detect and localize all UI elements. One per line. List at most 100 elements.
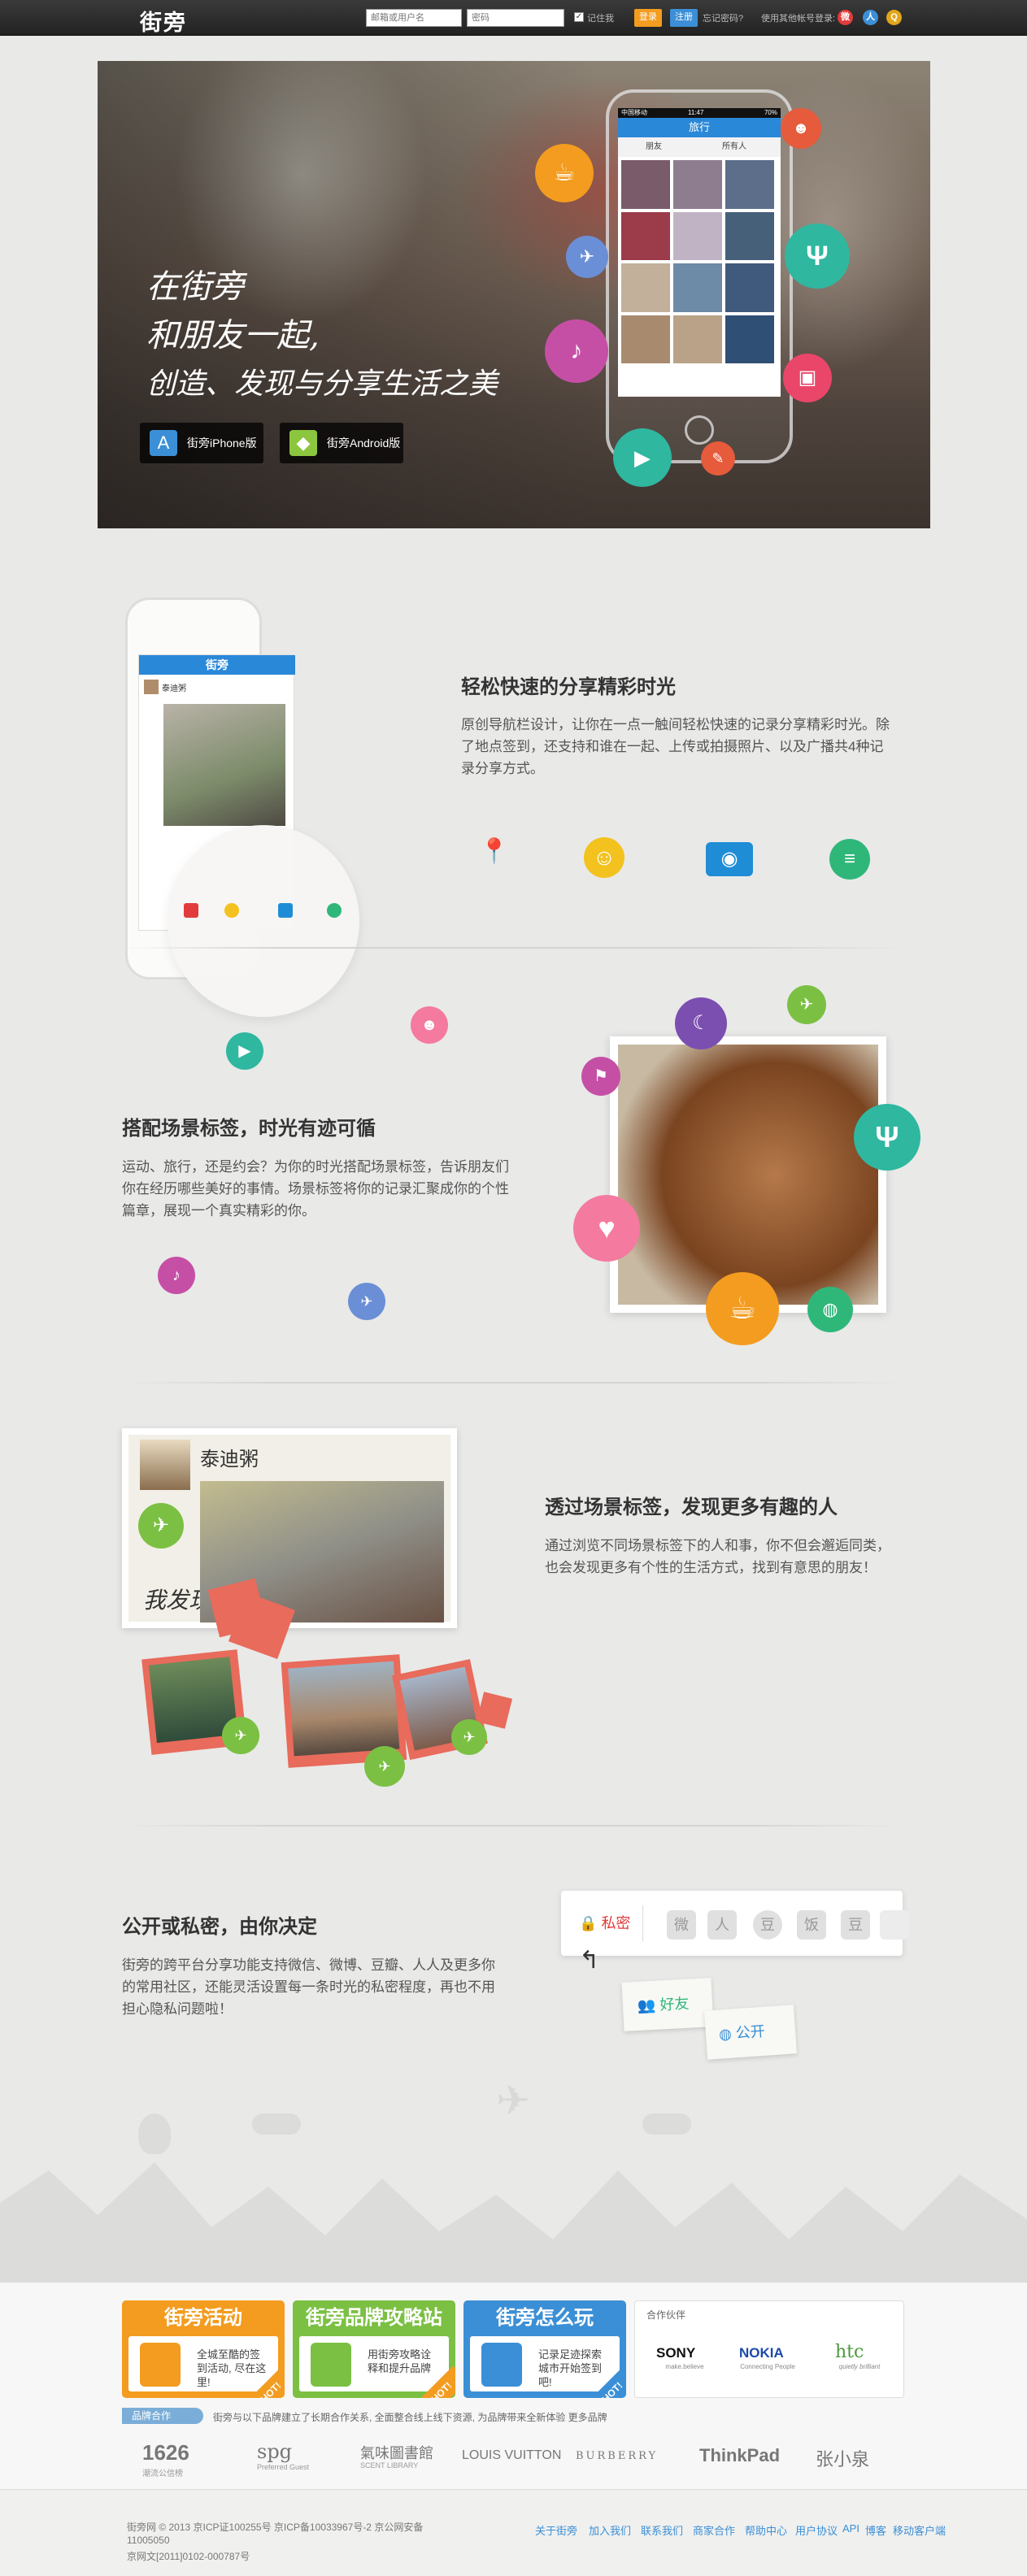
public-label: 公开 — [735, 2022, 766, 2042]
register-button[interactable]: 注册 — [670, 9, 698, 27]
globe-icon: ◍ — [807, 1287, 853, 1332]
brands-label: 品牌合作 — [122, 2408, 203, 2424]
feature3-profile-card: 泰迪粥 ✈ 我发现 — [122, 1428, 457, 1628]
friends-label: 好友 — [659, 1995, 690, 2013]
brand-spg[interactable]: spg — [257, 2440, 292, 2463]
phone-title: 旅行 — [618, 118, 781, 137]
public-option[interactable]: ◍ 公开 — [704, 2005, 797, 2060]
food-icon: Ψ — [854, 1104, 920, 1171]
phone-photo-grid — [621, 160, 777, 363]
footer-link-blog[interactable]: 博客 — [865, 2522, 886, 2538]
weibo-login-icon[interactable]: 微 — [838, 10, 853, 25]
renren-login-icon[interactable]: 人 — [863, 10, 878, 25]
ticket-icon: ✈ — [348, 1283, 385, 1320]
brand-louis-vuitton[interactable]: LOUIS VUITTON — [462, 2448, 561, 2463]
footer-link-help[interactable]: 帮助中心 — [745, 2522, 787, 2538]
cloud-decoration — [252, 2113, 301, 2135]
remember-me-checkbox[interactable]: ✓ — [574, 12, 584, 22]
phone-tabs: 朋友 所有人 — [618, 137, 781, 157]
culture-license: 京网文[2011]0102-000787号 — [127, 2551, 250, 2562]
feature2-photo-frame — [610, 1036, 886, 1313]
food-icon: Ψ — [785, 224, 850, 289]
movie-camera-icon: ▶ — [226, 1032, 263, 1070]
android-download-button[interactable]: ◆ 街旁Android版 — [280, 423, 403, 463]
promo-card-text: 用街旁攻略诠释和提升品牌 — [368, 2348, 432, 2374]
site-logo[interactable]: 街旁 — [140, 5, 187, 37]
private-option[interactable]: 🔒 私密 — [579, 1912, 630, 1933]
section-divider — [122, 947, 905, 949]
lock-icon: 🔒 — [579, 1915, 598, 1931]
footer-link-api[interactable]: API — [842, 2522, 859, 2535]
plane-icon: ✈ — [787, 985, 826, 1024]
photo-thumb — [725, 160, 774, 209]
iphone-download-button[interactable]: A 街旁iPhone版 — [140, 423, 263, 463]
username-input[interactable] — [366, 9, 462, 27]
douban-share-icon[interactable]: 豆 — [753, 1910, 782, 1940]
brand-burberry[interactable]: BURBERRY — [576, 2450, 658, 2462]
footer-link-about[interactable]: 关于街旁 — [535, 2522, 577, 2538]
phone-time: 11:47 — [688, 109, 704, 116]
town-photo — [288, 1661, 400, 1757]
footer-link-terms[interactable]: 用户协议 — [795, 2522, 838, 2538]
photo-thumb — [621, 263, 670, 312]
brand-scent-library[interactable]: 氣味圖書館 — [360, 2442, 433, 2463]
footer-link-mobile[interactable]: 移动客户端 — [893, 2522, 946, 2538]
photo-thumb — [673, 263, 722, 312]
sony-logo[interactable]: SONY — [656, 2345, 695, 2361]
feature3-title: 透过场景标签，发现更多有趣的人 — [545, 1497, 838, 1518]
feature1-phone-user: 泰迪粥 — [162, 684, 186, 693]
brand-zhangxiaoquan[interactable]: 张小泉 — [816, 2445, 869, 2471]
camera-feature-icon: ◉ — [706, 842, 753, 876]
photo-thumb — [621, 160, 670, 209]
promo-card-brand[interactable]: 街旁品牌攻略站 用街旁攻略诠释和提升品牌 HOT! — [293, 2300, 455, 2398]
robot-icon — [481, 2343, 522, 2387]
footer-link-jobs[interactable]: 加入我们 — [589, 2522, 631, 2538]
phone-carrier: 中国移动 — [621, 109, 647, 116]
broadcast-icon — [327, 903, 342, 918]
nokia-logo[interactable]: NOKIA — [739, 2345, 784, 2361]
plane-tag-icon: ✈ — [364, 1746, 405, 1787]
partner-logos-panel: 合作伙伴 SONY make.believe NOKIA Connecting … — [634, 2300, 904, 2398]
night-icon: ☾ — [675, 997, 727, 1049]
promo-card-events[interactable]: 街旁活动 全城至酷的签到活动, 尽在这里! HOT! — [122, 2300, 285, 2398]
promo-card-text: 记录足迹探索城市开始签到吧! — [538, 2348, 603, 2388]
section-divider — [122, 1825, 905, 1827]
palette-icon: ✎ — [701, 441, 735, 476]
microphone-icon: ♪ — [545, 319, 608, 383]
cloud-decoration — [642, 2113, 691, 2135]
feature4-title: 公开或私密，由你决定 — [122, 1916, 317, 1938]
more-share-icon[interactable] — [880, 1910, 909, 1940]
fanfou-share-icon[interactable]: 饭 — [797, 1910, 826, 1940]
photo-thumb — [673, 315, 722, 363]
hero-phone-screen: 中国移动 11:47 70% 旅行 朋友 所有人 — [618, 108, 781, 397]
brand-thinkpad[interactable]: ThinkPad — [699, 2445, 780, 2466]
weibo-share-icon[interactable]: 微 — [667, 1910, 696, 1940]
flag-icon: ⚑ — [581, 1057, 620, 1096]
brands-note: 街旁与以下品牌建立了长期合作关系, 全面整合线上线下资源, 为品牌带来全新体验 … — [213, 2412, 607, 2423]
brand-1626[interactable]: 1626 — [142, 2440, 189, 2465]
friends-option[interactable]: 👥 好友 — [621, 1978, 714, 2031]
cat-icon: ☻ — [781, 108, 821, 149]
login-button[interactable]: 登录 — [634, 9, 662, 27]
forgot-password-link[interactable]: 忘记密码? — [703, 11, 743, 24]
app-store-icon: A — [150, 430, 177, 456]
globe-icon: ◍ — [718, 2025, 733, 2043]
footer-link-business[interactable]: 商家合作 — [693, 2522, 735, 2538]
footer-link-contact[interactable]: 联系我们 — [641, 2522, 683, 2538]
qq-login-icon[interactable]: Q — [886, 10, 902, 25]
microphone-icon: ♪ — [158, 1257, 195, 1294]
smiley-icon: ☺ — [584, 837, 624, 878]
renren-share-icon[interactable]: 人 — [707, 1910, 737, 1940]
heart-icon: ♥ — [573, 1195, 640, 1262]
presentation-icon — [140, 2343, 181, 2387]
feature2-body: 运动、旅行，还是约会？为你的时光搭配场景标签，告诉朋友们你在经历哪些美好的事情。… — [122, 1159, 509, 1218]
other-login-label: 使用其他帐号登录: — [761, 14, 836, 24]
coffee-icon: ☕ — [535, 144, 594, 202]
trophy-icon — [311, 2343, 351, 2387]
password-input[interactable] — [467, 9, 564, 27]
phone-battery: 70% — [764, 109, 777, 116]
htc-logo[interactable]: htc — [835, 2342, 864, 2362]
promo-card-howto[interactable]: 街旁怎么玩 记录足迹探索城市开始签到吧! HOT! — [463, 2300, 626, 2398]
photo-thumb — [621, 315, 670, 363]
douban-alt-share-icon[interactable]: 豆 — [841, 1910, 870, 1940]
